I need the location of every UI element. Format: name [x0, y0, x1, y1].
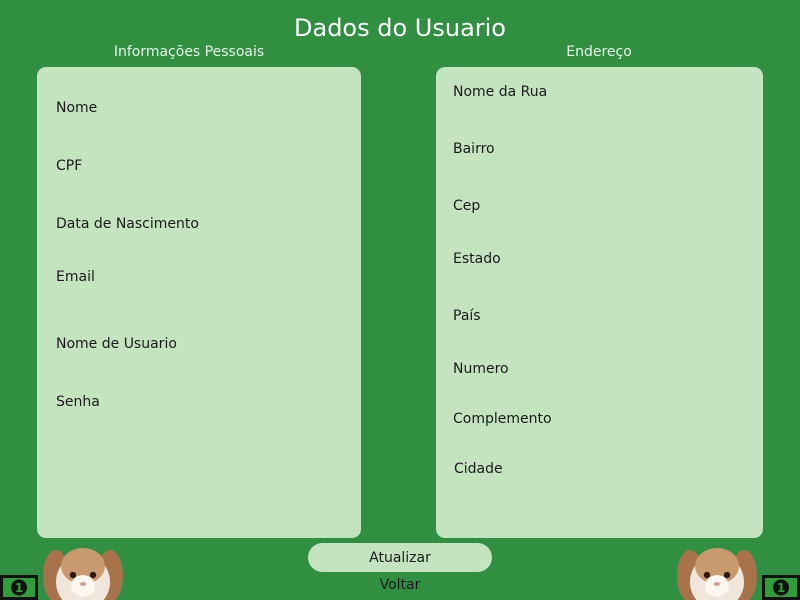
username-field[interactable]: Nome de Usuario [56, 336, 177, 352]
city-field[interactable]: Cidade [454, 461, 503, 477]
zip-code-field[interactable]: Cep [453, 198, 480, 214]
back-link[interactable]: Voltar [340, 577, 460, 593]
password-field[interactable]: Senha [56, 394, 100, 410]
email-field[interactable]: Email [56, 269, 95, 285]
street-name-field[interactable]: Nome da Rua [453, 84, 547, 100]
cpf-field[interactable]: CPF [56, 158, 82, 174]
money-icon-left-label: 1 [15, 581, 23, 595]
state-field[interactable]: Estado [453, 251, 501, 267]
personal-info-heading: Informações Pessoais [113, 44, 265, 60]
bunny-image-left [43, 548, 123, 600]
personal-info-panel [37, 67, 361, 538]
birth-date-field[interactable]: Data de Nascimento [56, 216, 199, 232]
update-button[interactable]: Atualizar [308, 543, 492, 572]
address-heading: Endereço [566, 44, 632, 60]
money-icon-left: 1 [0, 575, 38, 600]
number-field[interactable]: Numero [453, 361, 509, 377]
money-icon-right-label: 1 [777, 581, 785, 595]
neighborhood-field[interactable]: Bairro [453, 141, 495, 157]
country-field[interactable]: País [453, 308, 481, 324]
page-title: Dados do Usuario [294, 14, 506, 42]
bunny-image-right [677, 548, 757, 600]
money-icon-right: 1 [762, 575, 800, 600]
complement-field[interactable]: Complemento [453, 411, 552, 427]
name-field[interactable]: Nome [56, 100, 97, 116]
